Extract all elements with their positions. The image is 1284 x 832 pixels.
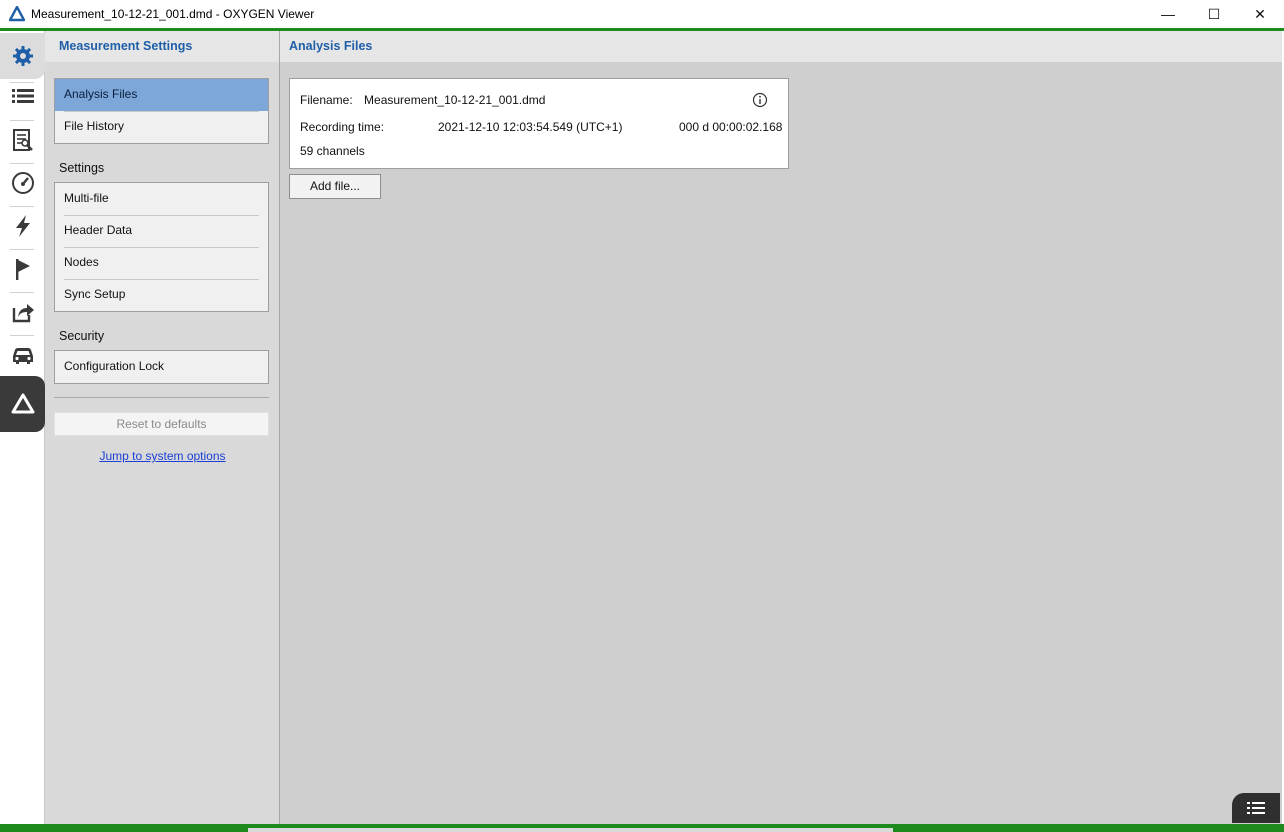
maximize-button[interactable]: ☐ xyxy=(1191,0,1237,28)
rail-item-logo[interactable] xyxy=(0,376,45,432)
close-icon: ✕ xyxy=(1254,5,1266,22)
channel-count: 59 channels xyxy=(300,144,365,158)
settings-sidebar: Measurement Settings Analysis Files File… xyxy=(45,31,280,824)
flag-icon xyxy=(15,259,30,280)
close-button[interactable]: ✕ xyxy=(1237,0,1283,28)
sidebar-title: Measurement Settings xyxy=(45,31,279,62)
sidebar-item-multi-file[interactable]: Multi-file xyxy=(55,183,268,215)
security-group: Configuration Lock xyxy=(54,350,269,384)
sidebar-item-nodes[interactable]: Nodes xyxy=(55,247,268,279)
list-icon xyxy=(1247,802,1265,814)
logo-icon xyxy=(11,393,34,414)
rail-item-markers[interactable] xyxy=(0,248,45,290)
maximize-icon: ☐ xyxy=(1207,5,1221,22)
sidebar-item-analysis-files[interactable]: Analysis Files xyxy=(55,79,268,111)
info-icon[interactable] xyxy=(752,92,768,108)
gauge-icon xyxy=(11,172,34,194)
gear-icon xyxy=(12,46,33,66)
duration-value: 000 d 00:00:02.168 xyxy=(679,120,783,134)
rail-item-settings[interactable] xyxy=(0,33,45,79)
oxygen-logo-icon xyxy=(9,6,25,22)
rail-item-triggers[interactable] xyxy=(0,205,45,247)
sidebar-item-file-history[interactable]: File History xyxy=(55,111,268,143)
recording-time-value: 2021-12-10 12:03:54.549 (UTC+1) xyxy=(438,120,623,134)
sidebar-item-sync-setup[interactable]: Sync Setup xyxy=(55,279,268,311)
car-icon xyxy=(12,348,33,364)
security-section-label: Security xyxy=(59,329,105,343)
status-bar-segment xyxy=(248,828,893,832)
jump-to-system-options-link[interactable]: Jump to system options xyxy=(45,449,280,463)
navigation-rail xyxy=(0,31,45,824)
document-icon xyxy=(12,129,33,151)
filename-value: Measurement_10-12-21_001.dmd xyxy=(364,93,546,107)
add-file-button[interactable]: Add file... xyxy=(289,174,381,199)
overlay-list-button[interactable] xyxy=(1232,793,1280,823)
rail-item-report[interactable] xyxy=(0,119,45,161)
main-panel: Analysis Files Filename: Measurement_10-… xyxy=(280,31,1282,824)
sidebar-divider xyxy=(54,397,269,398)
analysis-file-card[interactable]: Filename: Measurement_10-12-21_001.dmd R… xyxy=(289,78,789,169)
minimize-icon: — xyxy=(1161,6,1175,22)
rail-item-channels[interactable] xyxy=(0,75,45,117)
rail-item-instruments[interactable] xyxy=(0,162,45,204)
page-title: Analysis Files xyxy=(280,31,1282,62)
settings-section-label: Settings xyxy=(59,161,105,175)
title-bar: Measurement_10-12-21_001.dmd - OXYGEN Vi… xyxy=(0,0,1284,28)
rail-item-export[interactable] xyxy=(0,291,45,333)
minimize-button[interactable]: — xyxy=(1145,0,1191,28)
window-title: Measurement_10-12-21_001.dmd - OXYGEN Vi… xyxy=(31,7,315,21)
files-group: Analysis Files File History xyxy=(54,78,269,144)
lightning-icon xyxy=(15,215,30,237)
settings-group: Multi-file Header Data Nodes Sync Setup xyxy=(54,182,269,312)
filename-label: Filename: xyxy=(300,93,353,107)
reset-to-defaults-button[interactable]: Reset to defaults xyxy=(54,412,269,436)
filename-row: Filename: Measurement_10-12-21_001.dmd xyxy=(300,93,545,107)
recording-label: Recording time: xyxy=(300,120,385,134)
sidebar-item-configuration-lock[interactable]: Configuration Lock xyxy=(55,351,268,383)
sidebar-item-header-data[interactable]: Header Data xyxy=(55,215,268,247)
status-bar-bottom xyxy=(0,824,1284,832)
rail-item-vehicle[interactable] xyxy=(0,334,45,376)
export-icon xyxy=(12,304,34,323)
list-icon xyxy=(11,89,34,103)
